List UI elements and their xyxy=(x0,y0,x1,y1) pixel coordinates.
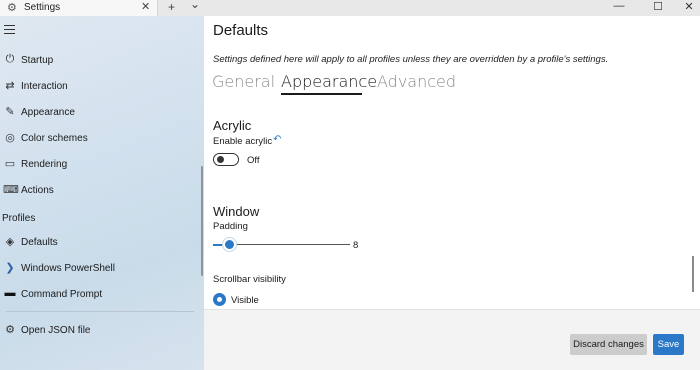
sidebar-item-label: Defaults xyxy=(21,237,58,248)
interaction-icon: ⇄ xyxy=(5,80,15,92)
sidebar-item-startup[interactable]: ⏻ Startup xyxy=(0,50,200,72)
maximize-icon[interactable]: ☐ xyxy=(643,0,673,16)
title-bar: ⚙ Settings ✕ + ⌄ — ☐ ✕ xyxy=(0,0,700,16)
keyboard-icon: ⌨ xyxy=(3,184,19,196)
sidebar: ⏻ Startup ⇄ Interaction ✎ Appearance ◎ C… xyxy=(0,16,204,370)
terminal-icon: ▬ xyxy=(4,287,16,299)
sidebar-item-label: Interaction xyxy=(21,81,68,92)
palette-icon: ◎ xyxy=(5,132,15,144)
discard-changes-button[interactable]: Discard changes xyxy=(570,334,647,355)
sidebar-item-label: Windows PowerShell xyxy=(21,263,115,274)
gear-icon: ⚙ xyxy=(7,2,17,14)
footer-bar: Discard changes Save xyxy=(204,309,700,370)
enable-acrylic-label: Enable acrylic xyxy=(213,136,273,147)
sidebar-item-defaults[interactable]: ◈ Defaults xyxy=(0,232,200,254)
close-window-icon[interactable]: ✕ xyxy=(674,0,700,16)
sidebar-item-command-prompt[interactable]: ▬ Command Prompt xyxy=(0,284,200,306)
active-tab-indicator xyxy=(281,93,362,95)
acrylic-toggle-state: Off xyxy=(247,155,260,166)
layers-icon: ◈ xyxy=(5,236,15,248)
monitor-icon: ▭ xyxy=(4,158,16,170)
sidebar-item-label: Open JSON file xyxy=(21,325,91,336)
window-section-title: Window xyxy=(213,204,260,219)
tab-appearance[interactable]: Appearance xyxy=(281,72,377,91)
scrollbar-visible-radio[interactable] xyxy=(213,293,226,306)
sidebar-scrollbar[interactable] xyxy=(201,166,203,276)
scrollbar-visibility-label: Scrollbar visibility xyxy=(213,274,286,285)
sidebar-item-color-schemes[interactable]: ◎ Color schemes xyxy=(0,128,200,150)
tab-general[interactable]: General xyxy=(212,72,275,91)
acrylic-toggle[interactable] xyxy=(213,153,239,166)
sidebar-divider xyxy=(6,311,194,312)
profiles-header: Profiles xyxy=(2,213,36,224)
toggle-knob xyxy=(217,156,224,163)
acrylic-section-title: Acrylic xyxy=(213,118,252,133)
padding-slider-track[interactable] xyxy=(230,244,350,245)
page-title: Defaults xyxy=(213,22,269,39)
sidebar-item-label: Command Prompt xyxy=(21,289,103,300)
sidebar-item-label: Startup xyxy=(21,55,54,66)
sidebar-item-label: Rendering xyxy=(21,159,68,170)
settings-tab[interactable]: ⚙ Settings ✕ xyxy=(0,0,158,16)
powershell-icon: ❯ xyxy=(5,262,15,274)
sidebar-item-label: Appearance xyxy=(21,107,75,118)
sidebar-item-label: Color schemes xyxy=(21,133,88,144)
new-tab-icon[interactable]: + xyxy=(168,0,175,14)
sidebar-item-interaction[interactable]: ⇄ Interaction xyxy=(0,76,200,98)
page-subtitle: Settings defined here will apply to all … xyxy=(213,54,609,65)
sidebar-item-appearance[interactable]: ✎ Appearance xyxy=(0,102,200,124)
padding-label: Padding xyxy=(213,221,248,232)
padding-slider-thumb[interactable] xyxy=(223,238,236,251)
sidebar-item-windows-powershell[interactable]: ❯ Windows PowerShell xyxy=(0,258,200,280)
tab-advanced[interactable]: Advanced xyxy=(377,72,456,91)
main-scrollbar[interactable] xyxy=(692,256,694,292)
scrollbar-visible-label: Visible xyxy=(231,295,259,306)
revert-icon[interactable]: ↶ xyxy=(273,134,281,145)
minimize-icon[interactable]: — xyxy=(604,0,634,16)
brush-icon: ✎ xyxy=(5,106,15,118)
sidebar-item-open-json-file[interactable]: ⚙ Open JSON file xyxy=(0,320,200,342)
padding-value: 8 xyxy=(353,240,359,251)
sidebar-item-rendering[interactable]: ▭ Rendering xyxy=(0,154,200,176)
save-button[interactable]: Save xyxy=(653,334,684,355)
hamburger-menu-icon[interactable] xyxy=(4,25,15,34)
gear-icon: ⚙ xyxy=(5,324,15,336)
sidebar-item-actions[interactable]: ⌨ Actions xyxy=(0,180,200,202)
sidebar-item-label: Actions xyxy=(21,185,54,196)
main-content: Defaults Settings defined here will appl… xyxy=(204,16,700,309)
startup-icon: ⏻ xyxy=(5,53,15,65)
close-tab-icon[interactable]: ✕ xyxy=(141,0,150,13)
chevron-down-icon[interactable]: ⌄ xyxy=(190,0,200,11)
tab-label: Settings xyxy=(24,2,61,13)
